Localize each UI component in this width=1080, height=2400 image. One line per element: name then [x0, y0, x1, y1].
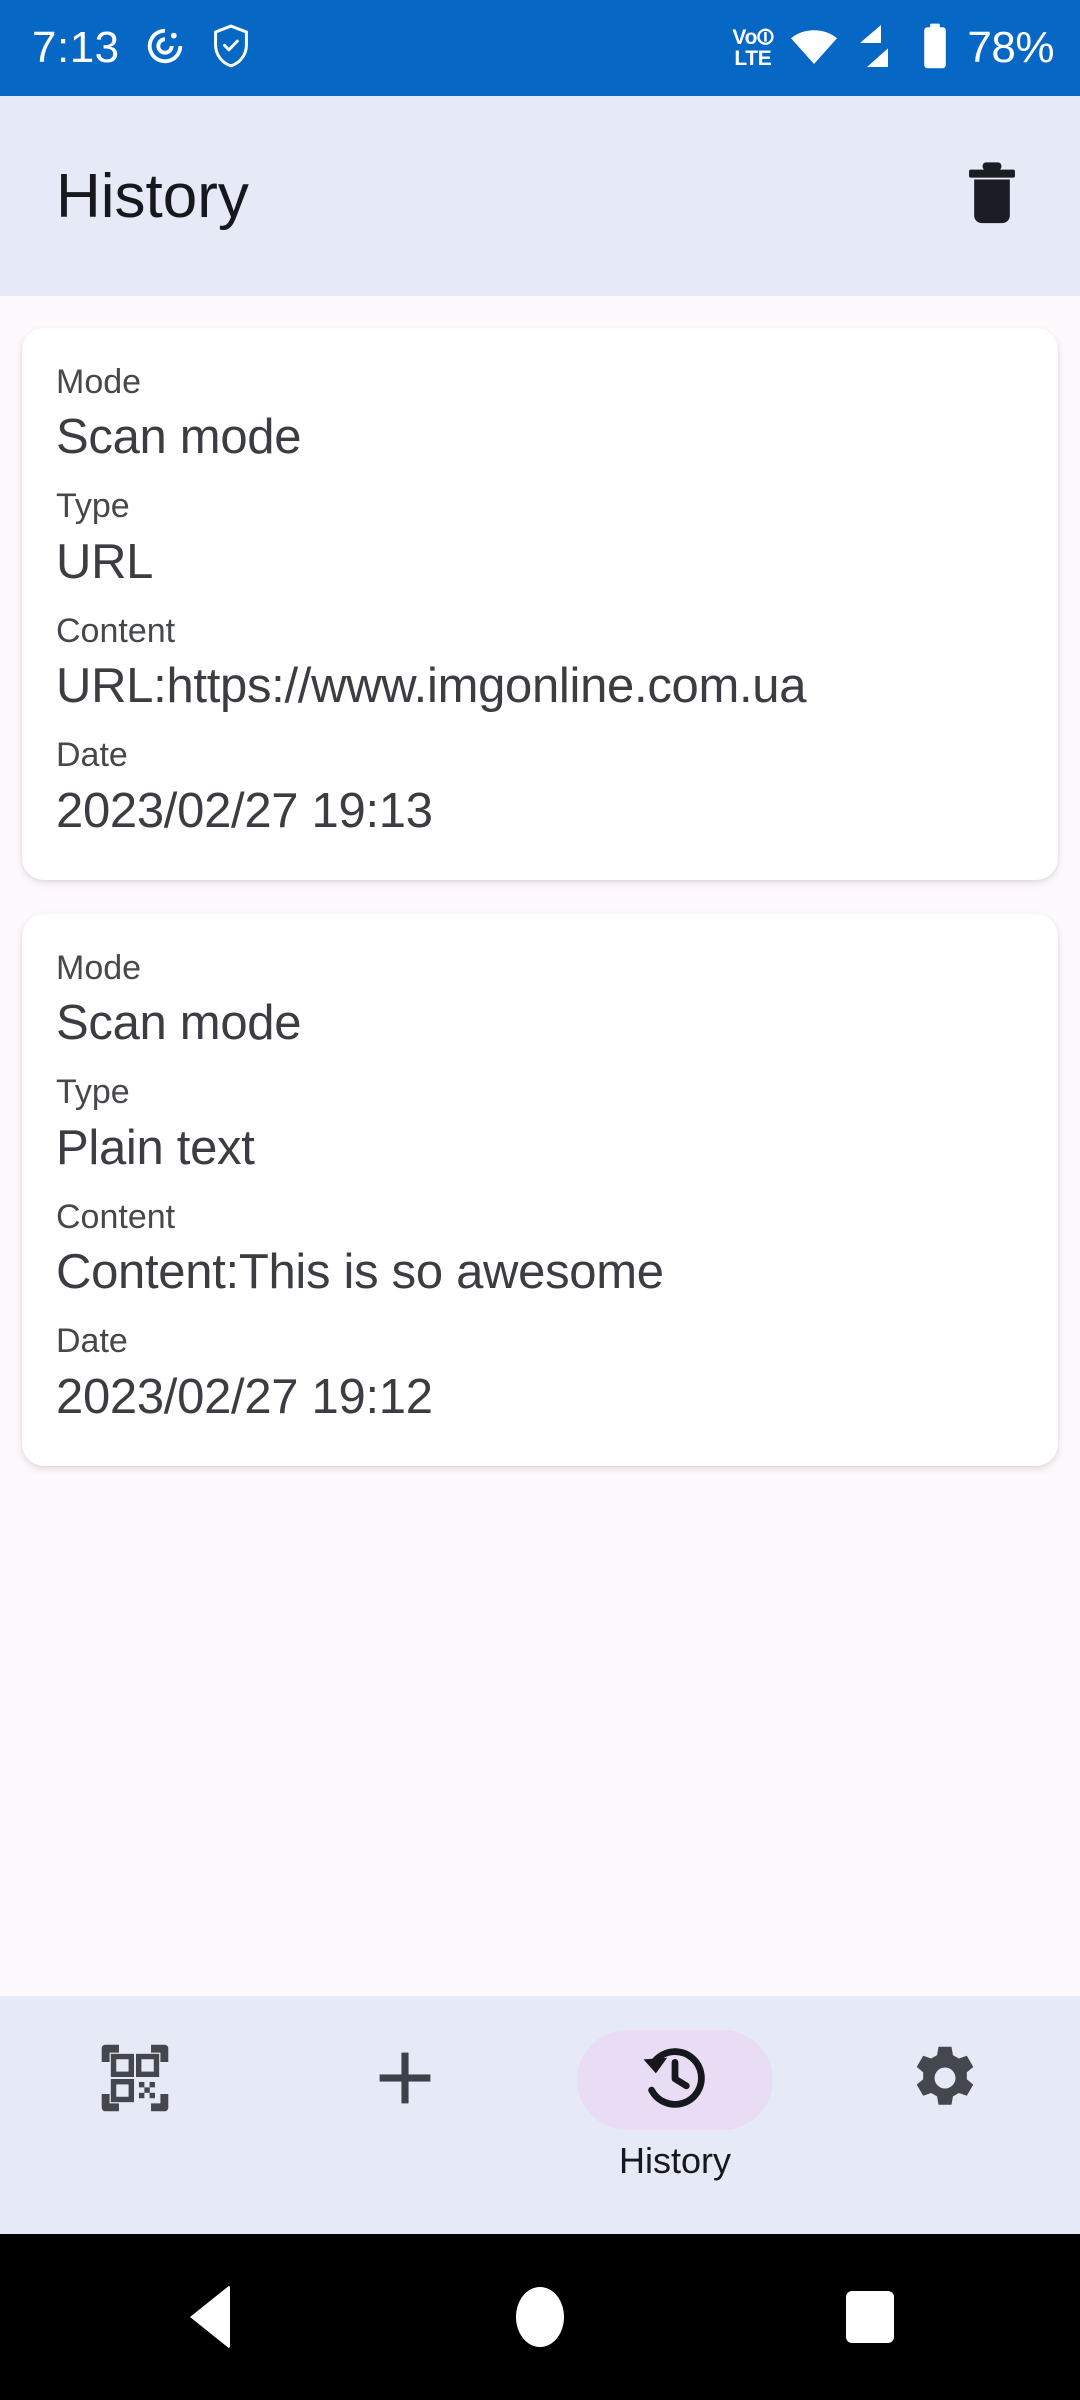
field-label-content: Content	[56, 611, 176, 650]
back-triangle-icon	[190, 2285, 230, 2349]
nav-item-settings[interactable]	[825, 2030, 1065, 2140]
field-label-date: Date	[56, 736, 128, 775]
volte-icon: Vo⏼ LTE	[732, 25, 774, 70]
recents-button[interactable]	[825, 2272, 915, 2362]
history-list: Mode Scan mode Type URL Content URL:http…	[0, 296, 1080, 1996]
back-button[interactable]	[165, 2272, 255, 2362]
page-title: History	[56, 161, 249, 231]
field-value-mode: Scan mode	[56, 996, 302, 1051]
field-label-content: Content	[56, 1197, 176, 1236]
field-content: Content URL:https://www.imgonline.com.ua	[56, 607, 1024, 717]
app-header: History	[0, 96, 1080, 296]
field-date: Date 2023/02/27 19:13	[56, 731, 1024, 841]
status-time: 7:13	[32, 23, 120, 72]
field-date: Date 2023/02/27 19:12	[56, 1317, 1024, 1427]
field-value-type: Plain text	[56, 1120, 255, 1175]
nav-label-history: History	[618, 2140, 731, 2181]
delete-history-button[interactable]	[944, 148, 1040, 244]
nav-item-create[interactable]	[285, 2030, 525, 2140]
field-value-date: 2023/02/27 19:12	[56, 1369, 433, 1424]
nav-pill-history	[577, 2030, 773, 2130]
battery-icon	[921, 22, 949, 75]
nav-pill-settings	[847, 2030, 1043, 2130]
trash-icon	[961, 160, 1023, 233]
field-value-type: URL	[56, 534, 154, 589]
status-bar-right: Vo⏼ LTE 78%	[732, 22, 1054, 75]
history-card[interactable]: Mode Scan mode Type Plain text Content C…	[22, 913, 1058, 1466]
home-button[interactable]	[495, 2272, 585, 2362]
field-label-type: Type	[56, 487, 130, 526]
field-label-date: Date	[56, 1322, 128, 1361]
nav-item-scan[interactable]	[15, 2030, 255, 2140]
field-value-date: 2023/02/27 19:13	[56, 783, 433, 838]
field-type: Type URL	[56, 482, 1024, 592]
status-bar: 7:13 Vo⏼ LTE 78%	[0, 0, 1080, 96]
field-content: Content Content:This is so awesome	[56, 1193, 1024, 1303]
nav-item-history[interactable]: History	[555, 2030, 795, 2182]
gear-icon	[910, 2043, 980, 2118]
qr-scan-icon	[98, 2041, 172, 2120]
wifi-icon	[789, 25, 839, 72]
field-value-content: URL:https://www.imgonline.com.ua	[56, 659, 807, 714]
field-mode: Mode Scan mode	[56, 944, 1024, 1054]
status-bar-left: 7:13	[32, 23, 252, 74]
google-assistant-icon	[142, 23, 188, 74]
history-clock-icon	[640, 2043, 710, 2118]
battery-percent: 78%	[967, 23, 1054, 72]
home-circle-icon	[516, 2287, 564, 2347]
android-system-nav	[0, 2234, 1080, 2400]
nav-pill-scan	[37, 2030, 233, 2130]
field-mode: Mode Scan mode	[56, 358, 1024, 468]
phone-screen: 7:13 Vo⏼ LTE 78% History Mode Scan mode …	[0, 0, 1080, 2400]
field-label-mode: Mode	[56, 363, 142, 401]
nav-pill-create	[307, 2030, 503, 2130]
cellular-signal-icon	[855, 22, 905, 75]
field-label-mode: Mode	[56, 948, 142, 987]
field-value-content: Content:This is so awesome	[56, 1245, 664, 1300]
recents-square-icon	[846, 2291, 894, 2343]
field-label-type: Type	[56, 1073, 130, 1112]
field-value-mode: Scan mode	[56, 410, 302, 465]
history-card[interactable]: Mode Scan mode Type URL Content URL:http…	[22, 328, 1058, 880]
bottom-navigation: History	[0, 1996, 1080, 2234]
shield-check-icon	[210, 23, 252, 74]
plus-icon	[372, 2045, 438, 2116]
field-type: Type Plain text	[56, 1068, 1024, 1178]
